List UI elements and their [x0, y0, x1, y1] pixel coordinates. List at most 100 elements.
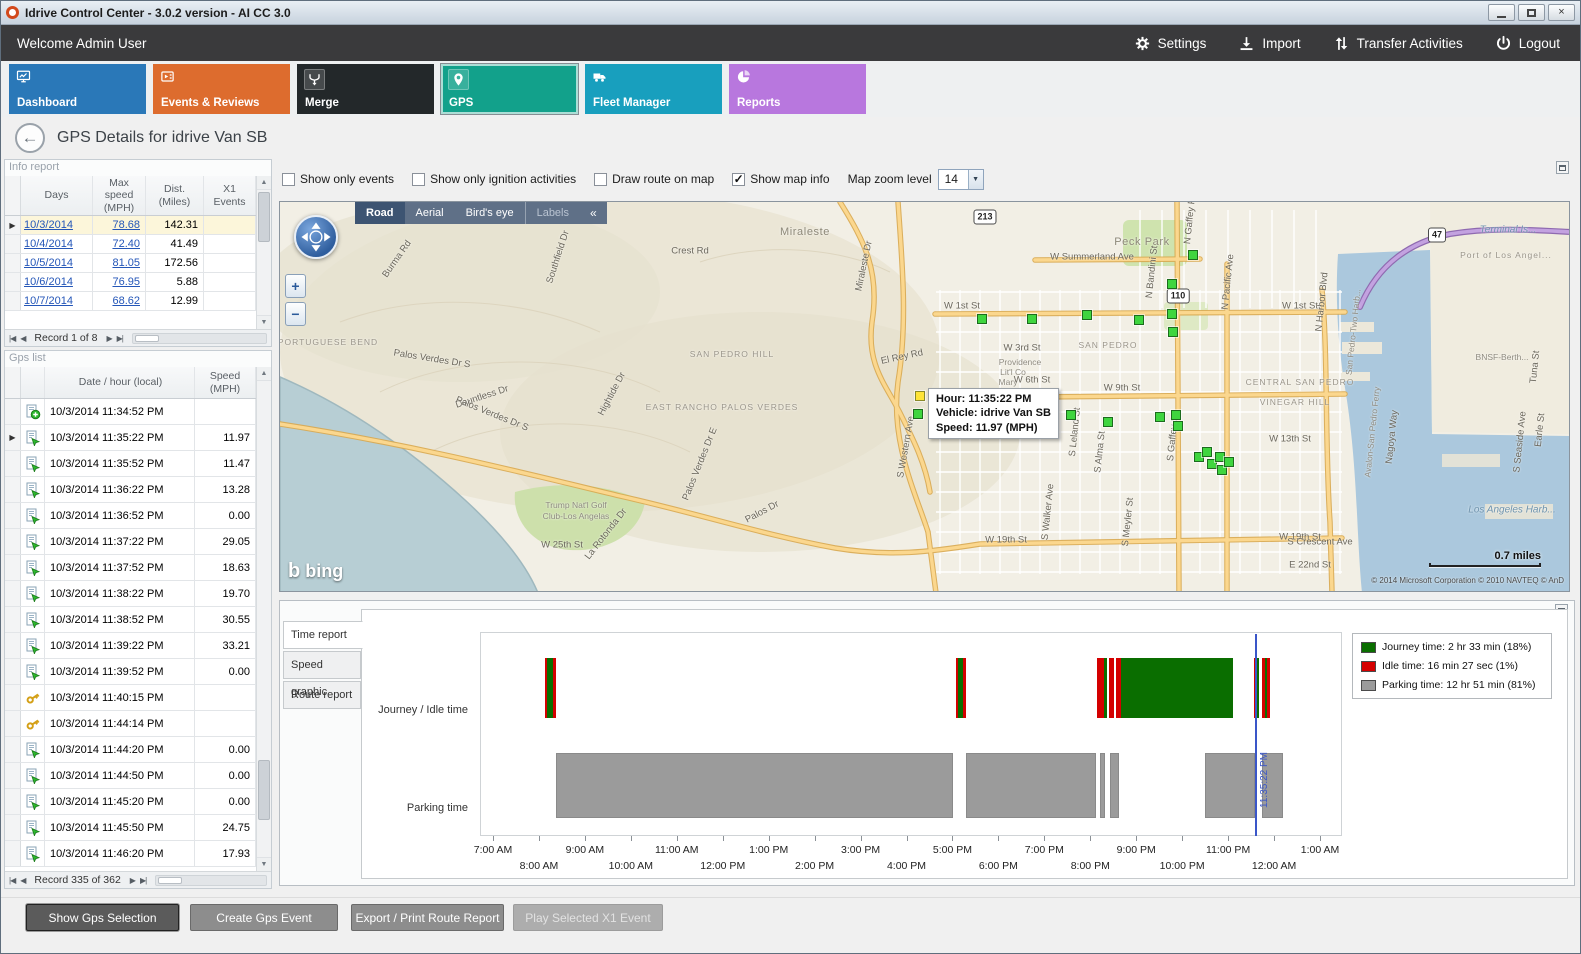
day-link[interactable]: 10/6/2014 [24, 276, 73, 288]
gps-marker[interactable] [1224, 457, 1234, 467]
column-header-speed-mph[interactable]: Speed (MPH) [195, 367, 256, 398]
info-report-row[interactable]: ▶10/3/201478.68142.31 [5, 216, 256, 235]
day-cell[interactable]: 10/6/2014 [21, 273, 93, 291]
checkbox-unchecked-icon[interactable] [282, 173, 295, 186]
gps-list-row[interactable]: 10/3/2014 11:34:52 PM [5, 399, 256, 425]
map-panel-collapse-button[interactable] [1556, 161, 1569, 174]
column-header-max-speed-mph[interactable]: Max speed (MPH) [93, 176, 146, 215]
gps-marker[interactable] [1188, 250, 1198, 260]
gps-marker[interactable] [1027, 314, 1037, 324]
gps-list-pager-scrollbar[interactable] [155, 875, 267, 886]
gps-marker[interactable] [1082, 310, 1092, 320]
scrollbar-thumb[interactable] [135, 335, 159, 342]
gps-list-row[interactable]: 10/3/2014 11:40:15 PM [5, 685, 256, 711]
gps-marker[interactable] [1167, 279, 1177, 289]
column-header-dist-miles[interactable]: Dist. (Miles) [146, 176, 204, 215]
gps-list-row[interactable]: 10/3/2014 11:46:20 PM17.93 [5, 841, 256, 867]
info-report-row[interactable]: 10/7/201468.6212.99 [5, 292, 256, 311]
create-gps-event-button[interactable]: Create Gps Event [190, 904, 338, 931]
gps-list-row[interactable]: 10/3/2014 11:38:52 PM30.55 [5, 607, 256, 633]
day-cell[interactable]: 10/5/2014 [21, 254, 93, 272]
info-report-pager-first-button[interactable]: |◀ [9, 334, 15, 343]
gps-list-row[interactable]: 10/3/2014 11:45:50 PM24.75 [5, 815, 256, 841]
minimize-button[interactable] [1488, 4, 1515, 21]
topbar-action-logout[interactable]: Logout [1495, 35, 1560, 52]
day-cell[interactable]: 10/4/2014 [21, 235, 93, 253]
checkbox-draw-route-on-map[interactable]: Draw route on map [594, 172, 714, 186]
topbar-action-transfer[interactable]: Transfer Activities [1333, 35, 1463, 52]
gps-marker[interactable] [1168, 327, 1178, 337]
map-style-aerial[interactable]: Aerial [405, 202, 455, 224]
max-speed-cell[interactable]: 68.62 [93, 292, 146, 310]
gps-marker[interactable] [1103, 417, 1113, 427]
map-view[interactable]: MiralestePeck ParkW Summerland AveCrest … [279, 201, 1570, 592]
gps-list-pager-prev-button[interactable]: ◀ [20, 876, 25, 885]
scrollbar-thumb[interactable] [158, 877, 182, 884]
scroll-up-icon[interactable]: ▲ [257, 367, 271, 381]
report-tab-route-report[interactable]: Route report [283, 681, 361, 709]
max-speed-cell[interactable]: 78.68 [93, 216, 146, 234]
max-speed-link[interactable]: 78.68 [112, 219, 140, 231]
max-speed-cell[interactable]: 76.95 [93, 273, 146, 291]
info-report-row[interactable]: 10/5/201481.05172.56 [5, 254, 256, 273]
gps-list-row[interactable]: 10/3/2014 11:36:52 PM0.00 [5, 503, 256, 529]
map-zoom-out-button[interactable]: − [285, 302, 306, 326]
gps-list-pager-first-button[interactable]: |◀ [9, 876, 15, 885]
gps-marker[interactable] [1202, 447, 1212, 457]
gps-list-row[interactable]: 10/3/2014 11:44:14 PM [5, 711, 256, 737]
column-header-x1-events[interactable]: X1 Events [204, 176, 256, 215]
gps-list-row[interactable]: ▶10/3/2014 11:35:22 PM11.97 [5, 425, 256, 451]
gps-list-row[interactable]: 10/3/2014 11:37:52 PM18.63 [5, 555, 256, 581]
gps-list-row[interactable]: 10/3/2014 11:37:22 PM29.05 [5, 529, 256, 555]
max-speed-cell[interactable]: 72.40 [93, 235, 146, 253]
export-print-route-report-button[interactable]: Export / Print Route Report [351, 904, 504, 931]
selected-gps-marker[interactable] [915, 391, 925, 401]
map-zoom-in-button[interactable]: + [285, 274, 306, 298]
gps-list-row[interactable]: 10/3/2014 11:38:22 PM19.70 [5, 581, 256, 607]
checkbox-unchecked-icon[interactable] [594, 173, 607, 186]
checkbox-unchecked-icon[interactable] [412, 173, 425, 186]
day-cell[interactable]: 10/7/2014 [21, 292, 93, 310]
gps-marker[interactable] [1173, 421, 1183, 431]
gps-marker[interactable] [1066, 410, 1076, 420]
day-link[interactable]: 10/7/2014 [24, 295, 73, 307]
scrollbar-thumb[interactable] [258, 760, 270, 820]
info-report-pager-prev-button[interactable]: ◀ [20, 334, 25, 343]
back-button[interactable]: ← [15, 123, 45, 153]
nav-tile-events[interactable]: Events & Reviews [153, 64, 290, 114]
close-button[interactable]: × [1548, 4, 1575, 21]
day-link[interactable]: 10/4/2014 [24, 238, 73, 250]
max-speed-link[interactable]: 81.05 [112, 257, 140, 269]
gps-list-row[interactable]: 10/3/2014 11:35:52 PM11.47 [5, 451, 256, 477]
checkbox-checked-icon[interactable]: ✓ [732, 173, 745, 186]
info-report-pager-next-button[interactable]: ▶ [106, 334, 111, 343]
checkbox-show-only-ignition-activities[interactable]: Show only ignition activities [412, 172, 576, 186]
max-speed-cell[interactable]: 81.05 [93, 254, 146, 272]
info-report-pager-scrollbar[interactable] [132, 333, 267, 344]
maximize-button[interactable] [1518, 4, 1545, 21]
topbar-action-import[interactable]: Import [1238, 35, 1300, 52]
checkbox-show-only-events[interactable]: Show only events [282, 172, 394, 186]
report-tab-speed-graphic[interactable]: Speed graphic [283, 651, 361, 679]
gps-marker[interactable] [1155, 412, 1165, 422]
map-menu-collapse-button[interactable]: « [580, 206, 607, 220]
gps-list-pager-last-button[interactable]: ▶| [140, 876, 146, 885]
gps-list-row[interactable]: 10/3/2014 11:36:22 PM13.28 [5, 477, 256, 503]
scroll-up-icon[interactable]: ▲ [257, 176, 271, 190]
gps-marker[interactable] [1167, 309, 1177, 319]
nav-tile-reports[interactable]: Reports [729, 64, 866, 114]
scroll-down-icon[interactable]: ▼ [257, 857, 271, 871]
topbar-action-settings[interactable]: Settings [1134, 35, 1207, 52]
gps-list-scrollbar[interactable]: ▲ ▼ [256, 367, 271, 871]
nav-tile-fleet[interactable]: Fleet Manager [585, 64, 722, 114]
map-style-labels[interactable]: Labels [525, 202, 580, 224]
map-style-road[interactable]: Road [355, 202, 405, 224]
report-tab-time-report[interactable]: Time report [283, 621, 363, 649]
day-cell[interactable]: 10/3/2014 [21, 216, 93, 234]
map-compass-control[interactable] [294, 215, 338, 259]
max-speed-link[interactable]: 72.40 [112, 238, 140, 250]
column-header-date-hour-local[interactable]: Date / hour (local) [45, 367, 195, 398]
nav-tile-gps[interactable]: GPS [441, 64, 578, 114]
gps-marker[interactable] [913, 409, 923, 419]
max-speed-link[interactable]: 68.62 [112, 295, 140, 307]
